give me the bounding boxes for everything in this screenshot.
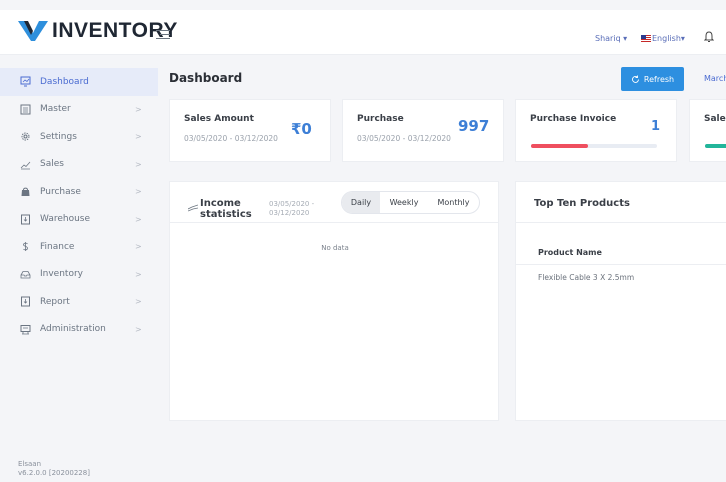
sidebar-item-master[interactable]: Master >: [0, 96, 158, 124]
sales-amount-value: ₹0: [291, 120, 312, 138]
sidebar-item-label: Settings: [40, 131, 77, 142]
column-header-product-name: Product Name: [538, 248, 602, 257]
sales-label: Sales: [704, 114, 726, 124]
chevron-right-icon: >: [135, 242, 142, 252]
sidebar-item-label: Report: [40, 296, 70, 307]
chevron-down-icon: ▾: [680, 34, 685, 43]
sidebar-item-label: Sales: [40, 159, 64, 170]
sidebar-item-dashboard[interactable]: Dashboard: [0, 68, 158, 96]
box-icon: [20, 214, 31, 225]
march-button[interactable]: March: [704, 74, 726, 83]
sidebar-item-inventory[interactable]: Inventory >: [0, 261, 158, 289]
income-date-range: 03/05/2020 - 03/12/2020: [269, 200, 315, 217]
user-name: Shariq: [595, 34, 621, 43]
chevron-right-icon: >: [135, 187, 142, 197]
sidebar-item-label: Inventory: [40, 269, 83, 280]
sidebar-item-finance[interactable]: Finance >: [0, 233, 158, 261]
sidebar-item-label: Master: [40, 104, 71, 115]
chevron-right-icon: >: [135, 324, 142, 334]
sidebar-item-purchase[interactable]: Purchase >: [0, 178, 158, 206]
sales-amount-card: Sales Amount 03/05/2020 - 03/12/2020 ₹0: [169, 99, 331, 162]
purchase-invoice-card: Purchase Invoice 1: [515, 99, 677, 162]
sales-amount-date: 03/05/2020 - 03/12/2020: [184, 134, 278, 143]
purchase-invoice-value: 1: [651, 119, 661, 134]
chevron-right-icon: >: [135, 297, 142, 307]
sales-progress-fill: [705, 144, 726, 148]
sidebar-item-warehouse[interactable]: Warehouse >: [0, 206, 158, 234]
chevron-right-icon: >: [135, 159, 142, 169]
sales-progress: [705, 144, 726, 148]
chevron-right-icon: >: [135, 269, 142, 279]
divider: [516, 264, 726, 265]
purchase-invoice-label: Purchase Invoice: [530, 114, 617, 124]
purchase-invoice-progress: [531, 144, 657, 148]
divider: [170, 222, 498, 223]
purchase-label: Purchase: [357, 114, 404, 124]
chevron-right-icon: >: [135, 132, 142, 142]
sidebar-item-label: Dashboard: [40, 76, 89, 87]
sidebar-item-settings[interactable]: Settings >: [0, 123, 158, 151]
tray-icon: [20, 269, 31, 280]
flag-icon: [641, 35, 651, 42]
sales-card: Sales: [689, 99, 726, 162]
sidebar-item-sales[interactable]: Sales >: [0, 151, 158, 179]
sidebar-item-administration[interactable]: Administration >: [0, 316, 158, 344]
language-label: English: [652, 34, 681, 43]
purchase-card: Purchase 03/05/2020 - 03/12/2020 997: [342, 99, 504, 162]
trend-lines-icon: [188, 204, 198, 212]
monitor-icon: [20, 76, 31, 87]
gear-icon: [20, 131, 31, 142]
income-statistics-card: Income statistics 03/05/2020 - 03/12/202…: [169, 181, 499, 421]
chevron-down-icon: ▾: [620, 34, 628, 43]
refresh-icon: [631, 75, 639, 83]
language-menu[interactable]: English ▾: [641, 34, 685, 43]
user-menu[interactable]: Shariq ▾: [595, 34, 627, 43]
income-title: Income statistics: [200, 198, 252, 220]
trend-icon: [20, 159, 31, 170]
sidebar-item-report[interactable]: Report >: [0, 288, 158, 316]
dollar-icon: [20, 241, 31, 252]
sidebar-item-label: Warehouse: [40, 214, 91, 225]
tab-weekly[interactable]: Weekly: [380, 192, 428, 213]
list-icon: [20, 104, 31, 115]
version-number: v6.2.0.0 [20200228]: [18, 469, 90, 477]
chevron-right-icon: >: [135, 214, 142, 224]
top-products-card: Top Ten Products Product Name Flexible C…: [515, 181, 726, 421]
chevron-right-icon: >: [135, 104, 142, 114]
bag-icon: [20, 186, 31, 197]
report-icon: [20, 296, 31, 307]
company-name: Elsaan: [18, 460, 42, 468]
sidebar-item-label: Administration: [40, 324, 106, 335]
logo-icon: [18, 21, 48, 41]
sidebar-item-label: Finance: [40, 241, 75, 252]
period-toggle: Daily Weekly Monthly: [341, 191, 480, 214]
tab-monthly[interactable]: Monthly: [428, 192, 479, 213]
refresh-button[interactable]: Refresh: [621, 67, 684, 91]
admin-icon: [20, 324, 31, 335]
page-title: Dashboard: [169, 71, 243, 85]
sales-amount-label: Sales Amount: [184, 114, 254, 124]
menu-toggle-icon[interactable]: [156, 30, 170, 40]
purchase-value: 997: [458, 117, 490, 135]
divider: [516, 222, 726, 223]
purchase-date: 03/05/2020 - 03/12/2020: [357, 134, 451, 143]
tab-daily[interactable]: Daily: [342, 192, 380, 213]
sidebar: Dashboard Master > Settings > Sales > Pu…: [0, 68, 158, 343]
purchase-invoice-progress-fill: [531, 144, 588, 148]
refresh-label: Refresh: [643, 74, 675, 84]
empty-state-text: No data: [321, 244, 349, 252]
top-bar: INVENTORY Shariq ▾ English ▾: [0, 10, 726, 55]
bell-icon[interactable]: [704, 31, 714, 43]
logo[interactable]: INVENTORY: [18, 19, 178, 43]
top-products-title: Top Ten Products: [534, 198, 630, 209]
table-row: Flexible Cable 3 X 2.5mm: [538, 273, 635, 282]
version-info: Elsaan v6.2.0.0 [20200228]: [18, 460, 90, 478]
sidebar-item-label: Purchase: [40, 186, 81, 197]
